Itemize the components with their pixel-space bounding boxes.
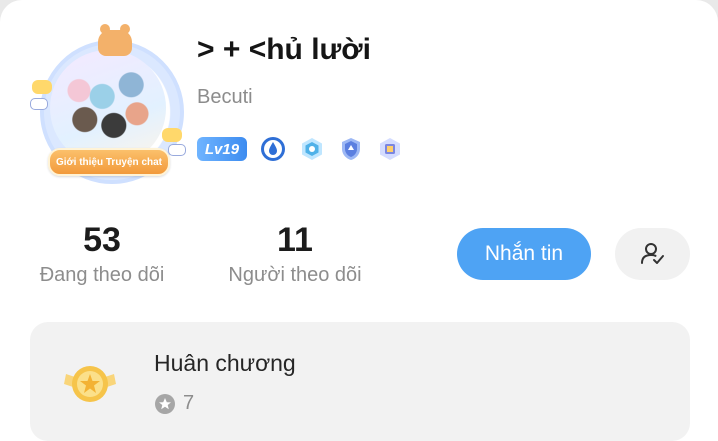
chat-bubble-icon: [162, 128, 182, 142]
message-button[interactable]: Nhắn tin: [457, 228, 591, 280]
chat-bubble-icon: [32, 80, 52, 94]
followers-label: Người theo dõi: [228, 264, 362, 286]
star-badge-icon: [155, 393, 175, 414]
medal-count: 7: [183, 392, 195, 414]
user-check-icon: [640, 243, 664, 264]
bear-ornament-icon: [98, 24, 132, 56]
following-stat[interactable]: 53 Đang theo dõi: [24, 220, 180, 287]
medal-count-row: 7: [154, 392, 194, 415]
level-badge[interactable]: Lv19: [197, 137, 247, 161]
followers-count: 11: [277, 221, 313, 259]
avatar-banner: Giới thiệu Truyện chat: [48, 148, 170, 176]
display-name: > + <hủ lười: [197, 33, 371, 66]
medal-title: Huân chương: [154, 350, 296, 376]
medal-icon: [64, 366, 116, 402]
badge-row: Lv19: [197, 136, 403, 162]
hexagon-badge-icon[interactable]: [299, 136, 325, 162]
following-label: Đang theo dõi: [39, 264, 165, 286]
medal-section[interactable]: Huân chương 7: [30, 322, 690, 441]
avatar[interactable]: Giới thiệu Truyện chat: [30, 18, 190, 184]
book-badge-icon[interactable]: [377, 136, 403, 162]
profile-card: Giới thiệu Truyện chat > + <hủ lười Becu…: [0, 0, 718, 441]
droplet-badge-icon[interactable]: [260, 136, 286, 162]
username: Becuti: [197, 86, 253, 108]
follow-status-button[interactable]: [615, 228, 690, 280]
shield-badge-icon[interactable]: [338, 136, 364, 162]
chat-bubble-icon: [30, 98, 48, 110]
chat-bubble-icon: [168, 144, 186, 156]
following-count: 53: [83, 221, 121, 259]
followers-stat[interactable]: 11 Người theo dõi: [212, 220, 378, 287]
